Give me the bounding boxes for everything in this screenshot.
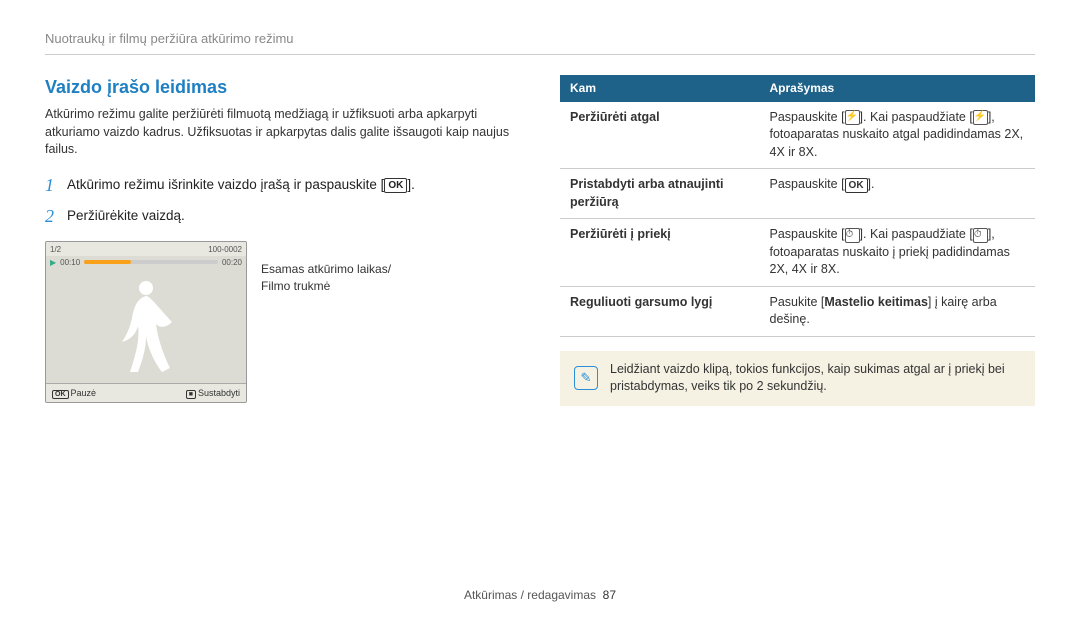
screenshot-caption: Esamas atkūrimo laikas/ Filmo trukmė <box>261 241 391 295</box>
step-number: 2 <box>45 204 67 229</box>
intro-text: Atkūrimo režimu galite peržiūrėti filmuo… <box>45 106 520 159</box>
note-icon: ✎ <box>574 366 598 390</box>
file-info: 100-0002 <box>208 244 242 255</box>
counter: 1/2 <box>50 244 61 255</box>
row-key: Reguliuoti garsumo lygį <box>560 286 760 336</box>
flash-icon <box>973 110 988 125</box>
row-key: Peržiūrėti į priekį <box>560 219 760 287</box>
step-1: 1 Atkūrimo režimu išrinkite vaizdo įrašą… <box>45 173 520 198</box>
section-heading: Vaizdo įrašo leidimas <box>45 75 520 100</box>
caption-line: Esamas atkūrimo laikas/ <box>261 262 391 276</box>
step-text: ]. <box>407 177 415 192</box>
row-value: Paspauskite []. Kai paspaudžiate [], fot… <box>760 219 1036 287</box>
table-row: Peržiūrėti į priekį Paspauskite []. Kai … <box>560 219 1035 287</box>
table-row: Peržiūrėti atgal Paspauskite []. Kai pas… <box>560 102 1035 169</box>
step-number: 1 <box>45 173 67 198</box>
time-current: 00:10 <box>60 257 80 268</box>
table-header: Aprašymas <box>760 75 1036 102</box>
ok-icon: OK <box>845 178 868 193</box>
table-row: Reguliuoti garsumo lygį Pasukite [Mastel… <box>560 286 1035 336</box>
ok-icon: OK <box>52 390 69 399</box>
row-value: Pasukite [Mastelio keitimas] į kairę arb… <box>760 286 1036 336</box>
row-key: Peržiūrėti atgal <box>560 102 760 169</box>
timer-icon <box>845 228 860 243</box>
flash-icon <box>845 110 860 125</box>
stop-icon: ■ <box>186 390 196 399</box>
progress-bar <box>84 260 218 264</box>
time-total: 00:20 <box>222 257 242 268</box>
table-header: Kam <box>560 75 760 102</box>
silhouette-icon <box>116 276 176 376</box>
page-footer: Atkūrimas / redagavimas 87 <box>0 587 1080 604</box>
table-row: Pristabdyti arba atnaujinti peržiūrą Pas… <box>560 169 1035 219</box>
video-player-screenshot: 1/2 100-0002 ▶ 00:10 00:20 <box>45 241 247 403</box>
note-box: ✎ Leidžiant vaizdo klipą, tokios funkcij… <box>560 351 1035 406</box>
step-text: Atkūrimo režimu išrinkite vaizdo įrašą i… <box>67 177 384 192</box>
ok-icon: OK <box>384 178 407 193</box>
row-key: Pristabdyti arba atnaujinti peržiūrą <box>560 169 760 219</box>
caption-line: Filmo trukmė <box>261 279 330 293</box>
pause-label: Pauzė <box>71 388 97 398</box>
note-text: Leidžiant vaizdo klipą, tokios funkcijos… <box>610 361 1021 396</box>
row-value: Paspauskite [OK]. <box>760 169 1036 219</box>
row-value: Paspauskite []. Kai paspaudžiate [], fot… <box>760 102 1036 169</box>
timer-icon <box>973 228 988 243</box>
step-2: 2 Peržiūrėkite vaizdą. <box>45 204 520 229</box>
functions-table: Kam Aprašymas Peržiūrėti atgal Paspauski… <box>560 75 1035 337</box>
step-text: Peržiūrėkite vaizdą. <box>67 208 185 223</box>
breadcrumb: Nuotraukų ir filmų peržiūra atkūrimo rež… <box>45 30 1035 55</box>
stop-label: Sustabdyti <box>198 388 240 398</box>
